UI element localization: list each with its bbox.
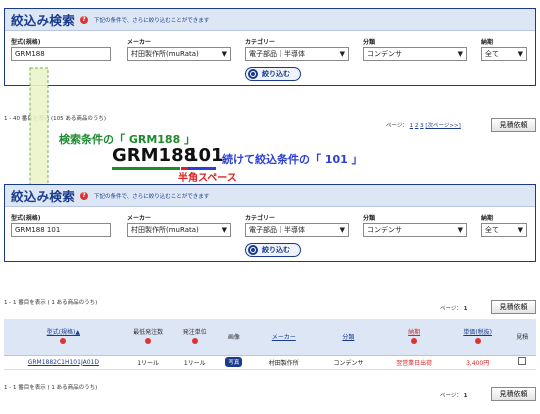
model-label: 型式(規格) [11, 215, 41, 222]
col-price[interactable]: 単価(税抜) [446, 319, 509, 356]
model-link[interactable]: GRM1882C1H101JA01D [4, 355, 123, 370]
page-label: ページ： [440, 306, 462, 312]
maker-select[interactable]: 村田製作所(muRata) ▼ [127, 223, 231, 237]
category-label: カテゴリー [245, 215, 276, 222]
panel-note: 下記の条件で、さらに絞り込むことができます [94, 193, 210, 200]
maker-value: 村田製作所(muRata) [131, 226, 199, 234]
category-select[interactable]: 電子部品｜半導体 ▼ [245, 223, 349, 237]
page-label: ページ： [440, 393, 462, 399]
help-icon[interactable]: ? [80, 191, 89, 200]
result-count: 1 - 1 番目を表示 ( 1 ある商品のうち) [4, 300, 98, 306]
quote-cell [508, 355, 536, 370]
col-model[interactable]: 型式(規格)▲ [4, 319, 123, 356]
col-unit: 発注単位 [173, 319, 216, 356]
unit-cell: 1リール [173, 355, 216, 370]
help-icon [411, 338, 418, 345]
maker-label: メーカー [127, 215, 152, 222]
annotation-label-2: 続けて絞込条件の「 101 」 [222, 153, 363, 166]
delivery-select[interactable]: 全て ▼ [481, 223, 527, 237]
col-delivery[interactable]: 納期 [381, 319, 447, 356]
category-value: 電子部品｜半導体 [249, 226, 305, 234]
pager: ページ： 1 [440, 304, 467, 312]
col-image: 画像 [215, 319, 252, 356]
chevron-down-icon: ▼ [221, 226, 227, 234]
annotation-word-101: 101 [186, 145, 224, 166]
search-icon [248, 245, 258, 255]
annotation-word-grm188: GRM188 [112, 145, 197, 166]
help-icon [191, 338, 198, 345]
chevron-down-icon: ▼ [339, 226, 345, 234]
panel-header: 絞込み検索 ? 下記の条件で、さらに絞り込むことができます [5, 185, 535, 207]
maker-cell: 村田製作所 [251, 355, 316, 370]
quote-checkbox[interactable] [518, 357, 527, 365]
col-maker[interactable]: メーカー [251, 319, 316, 356]
col-class[interactable]: 分類 [315, 319, 382, 356]
col-min-order: 最低発注数 [122, 319, 174, 356]
class-cell: コンデンサ [315, 355, 382, 370]
class-label: 分類 [363, 215, 376, 222]
search-button-label: 絞り込む [262, 246, 290, 254]
delivery-cell: 翌営業日出荷 [381, 355, 447, 370]
chevron-down-icon: ▼ [517, 226, 523, 234]
results-table: 型式(規格)▲ 最低発注数 発注単位 画像 メーカー 分類 納期 単価(税抜) … [4, 319, 536, 370]
photo-cell: 写真 [215, 355, 252, 370]
class-select[interactable]: コンデンサ ▼ [363, 223, 467, 237]
model-input[interactable]: GRM188 101 [11, 223, 111, 237]
bottom-result-count: 1 - 1 番目を表示 ( 1 ある商品のうち) [4, 385, 98, 391]
panel-title: 絞込み検索 [11, 189, 76, 204]
bottom-quote-request-button[interactable]: 見積依頼 [491, 387, 536, 401]
price-cell: 3,400円 [446, 355, 509, 370]
class-value: コンデンサ [367, 226, 402, 234]
delivery-label: 納期 [481, 215, 494, 222]
search-panel-2: 絞込み検索 ? 下記の条件で、さらに絞り込むことができます 型式(規格) GRM… [4, 184, 536, 262]
help-icon [474, 338, 481, 345]
min-order-cell: 1リール [122, 355, 174, 370]
bottom-pager: ページ： 1 [440, 391, 467, 399]
underline-green [112, 167, 180, 170]
table-header-row: 型式(規格)▲ 最低発注数 発注単位 画像 メーカー 分類 納期 単価(税抜) … [4, 319, 536, 356]
chevron-down-icon: ▼ [457, 226, 463, 234]
col-quote: 見積 [508, 319, 536, 356]
current-page: 1 [463, 393, 468, 399]
help-icon [60, 338, 67, 345]
quote-request-button[interactable]: 見積依頼 [491, 300, 536, 314]
table-row: GRM1882C1H101JA01D 1リール 1リール 写真 村田製作所 コン… [4, 355, 536, 370]
current-page: 1 [463, 306, 468, 312]
search-button[interactable]: 絞り込む [245, 243, 301, 257]
delivery-value: 全て [485, 226, 499, 234]
photo-button[interactable]: 写真 [225, 357, 243, 367]
help-icon [145, 338, 152, 345]
annotation-label-3: 半角スペース [178, 173, 237, 184]
